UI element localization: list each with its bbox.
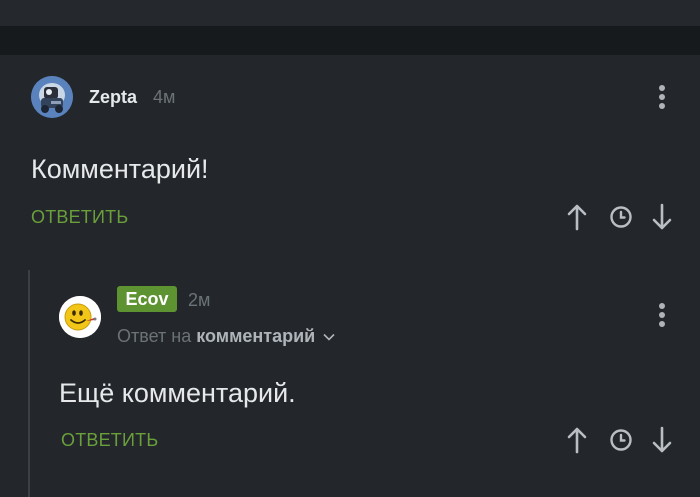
reply-to-prefix: Ответ на: [117, 326, 192, 346]
smiley-avatar-image: [59, 296, 101, 338]
arrow-down-icon[interactable]: [651, 426, 673, 459]
avatar[interactable]: [31, 76, 73, 118]
avatar-image: [31, 76, 73, 118]
arrow-down-icon[interactable]: [651, 203, 673, 236]
comment-text: Комментарий!: [31, 154, 209, 184]
comment-text: Ещё комментарий.: [59, 378, 296, 408]
comment-author[interactable]: Zepta: [89, 87, 137, 107]
comments-page: Zepta 4м Комментарий! ОТВЕТИТЬ Ecov 2м О…: [0, 0, 700, 497]
clock-icon[interactable]: [609, 428, 633, 457]
reply-button[interactable]: ОТВЕТИТЬ: [31, 207, 128, 227]
more-options-icon[interactable]: [657, 83, 667, 111]
separator-band: [0, 26, 700, 55]
author-badge[interactable]: Ecov: [117, 286, 177, 312]
avatar[interactable]: [59, 296, 101, 338]
comment-author: Ecov: [125, 289, 169, 309]
top-strip: [0, 0, 700, 26]
reply-button[interactable]: ОТВЕТИТЬ: [61, 430, 158, 450]
clock-icon[interactable]: [609, 205, 633, 234]
comment-time: 4м: [153, 87, 176, 107]
thread-line[interactable]: [28, 270, 30, 497]
comment-time: 2м: [188, 290, 211, 310]
chevron-down-icon[interactable]: [323, 333, 335, 341]
reply-to-link[interactable]: комментарий: [196, 326, 315, 346]
reply-to-line: Ответ на комментарий: [117, 326, 335, 346]
more-options-icon[interactable]: [657, 301, 667, 329]
arrow-up-icon[interactable]: [566, 203, 588, 236]
arrow-up-icon[interactable]: [566, 426, 588, 459]
